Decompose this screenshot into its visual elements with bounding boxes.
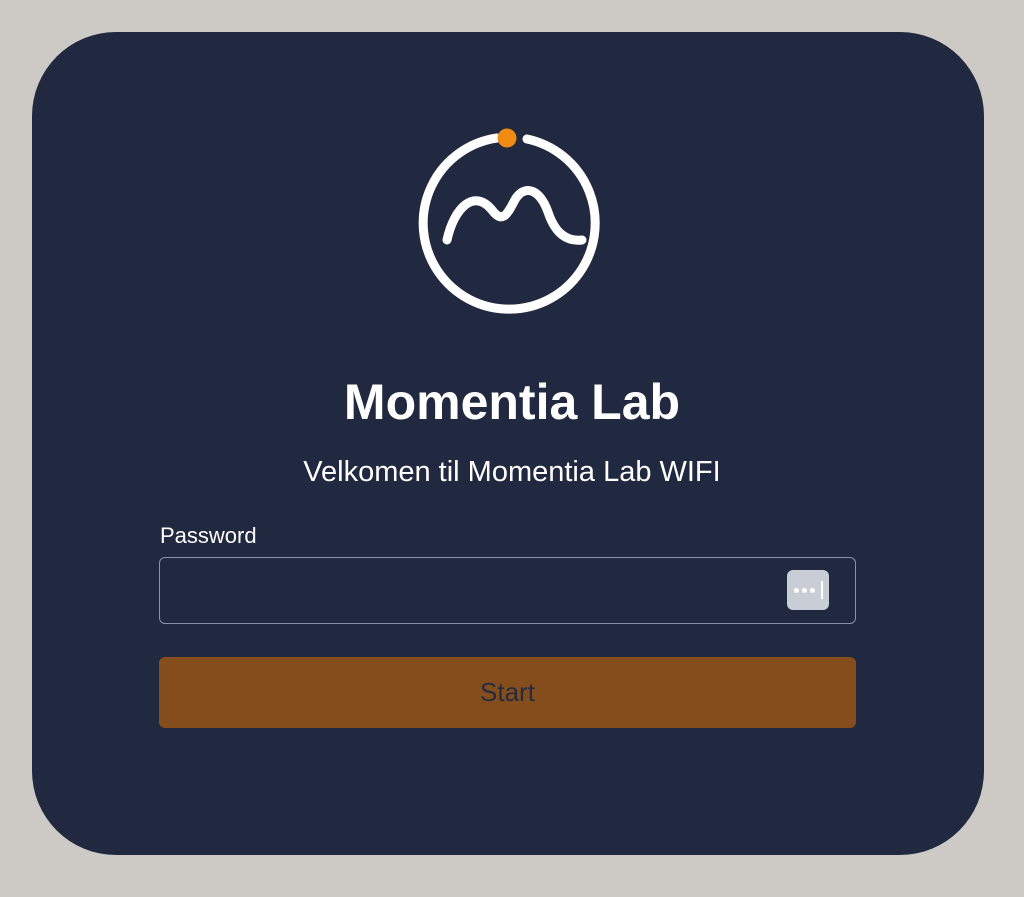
key-dot — [802, 588, 807, 593]
welcome-subtitle: Velkomen til Momentia Lab WIFI — [303, 456, 721, 488]
password-input[interactable] — [160, 558, 760, 622]
page-title: Momentia Lab — [343, 374, 681, 430]
password-label: Password — [160, 523, 257, 548]
momentia-logo-icon — [418, 128, 600, 314]
key-dot — [810, 588, 815, 593]
start-button[interactable]: Start — [159, 657, 856, 728]
key-cursor-bar — [821, 581, 823, 599]
password-field — [159, 557, 856, 624]
password-key-icon[interactable] — [787, 570, 829, 610]
key-dot — [794, 588, 799, 593]
